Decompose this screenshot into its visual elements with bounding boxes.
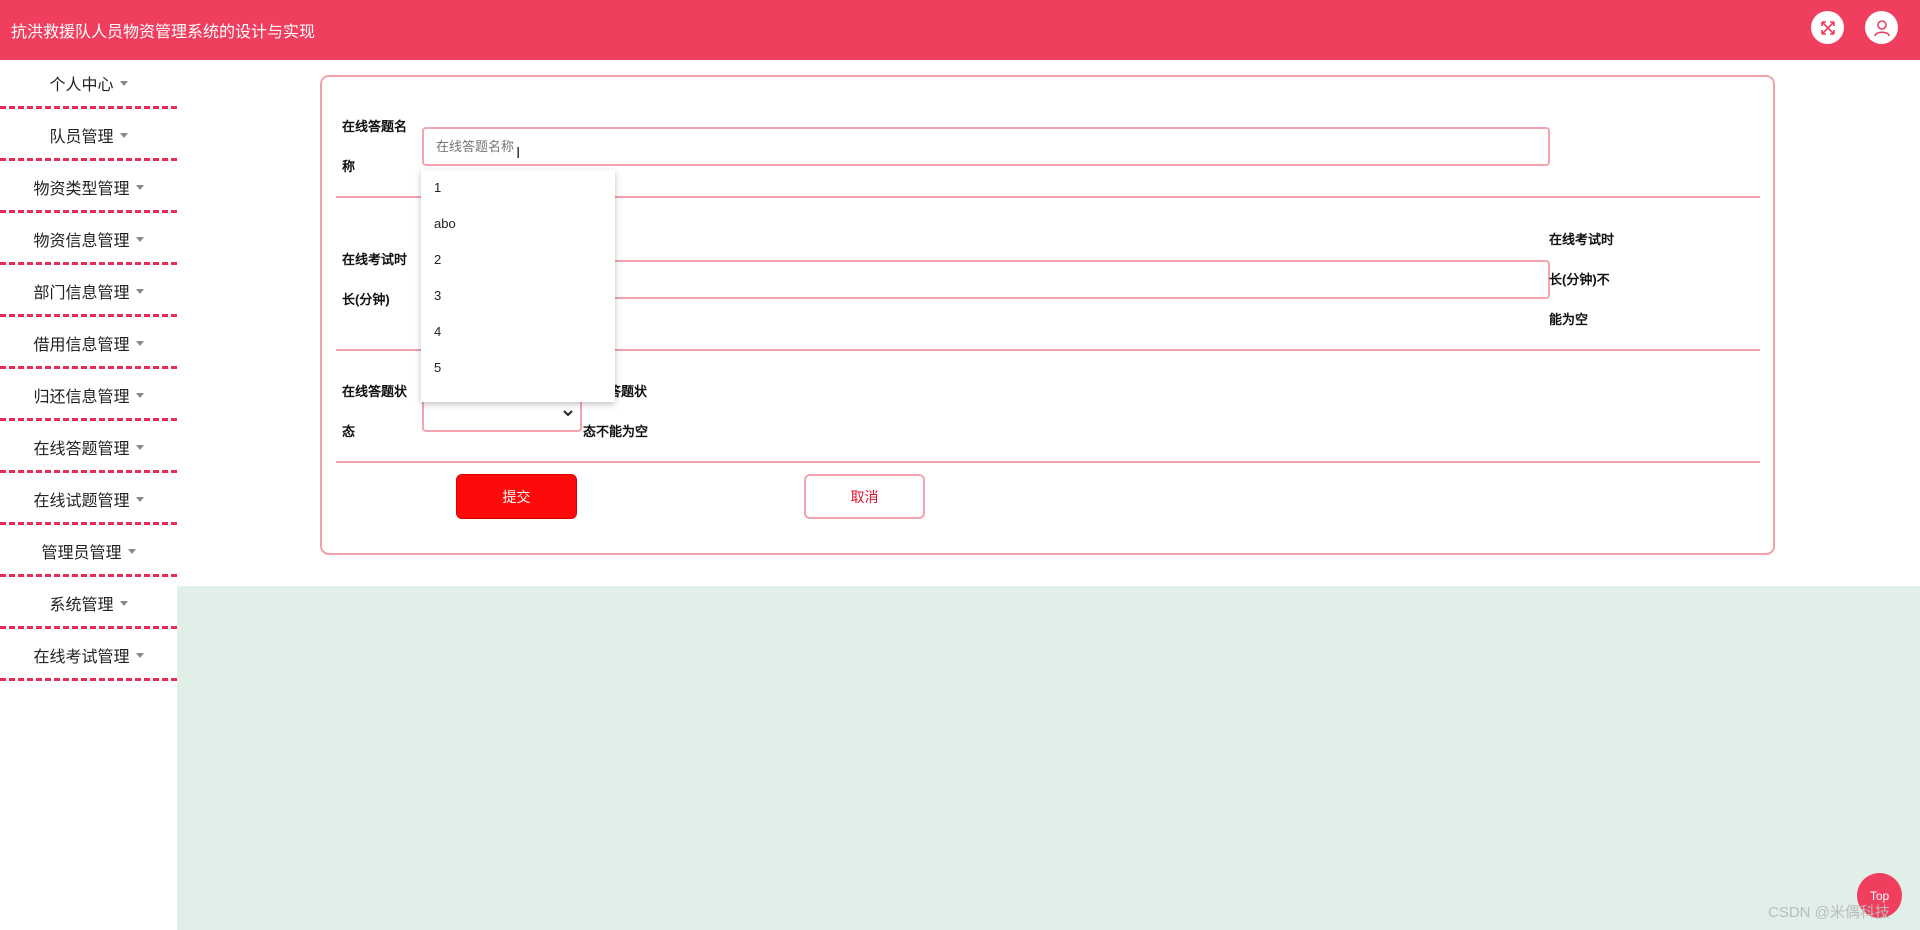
sidebar-item-label: 部门信息管理 bbox=[33, 285, 130, 302]
sidebar-item-online-exam[interactable]: 在线考试管理 bbox=[0, 632, 177, 681]
sidebar-item-label: 系统管理 bbox=[49, 597, 114, 614]
caret-down-icon bbox=[135, 652, 144, 658]
caret-down-icon bbox=[119, 600, 128, 606]
sidebar-item-online-questions[interactable]: 在线试题管理 bbox=[0, 476, 177, 525]
caret-down-icon bbox=[119, 132, 128, 138]
sidebar-item-label: 在线考试管理 bbox=[33, 649, 130, 666]
caret-down-icon bbox=[127, 548, 136, 554]
sidebar-item-online-quiz[interactable]: 在线答题管理 bbox=[0, 424, 177, 473]
quiz-name-input[interactable] bbox=[422, 127, 1550, 166]
user-icon[interactable] bbox=[1865, 11, 1898, 44]
caret-down-icon bbox=[119, 80, 128, 86]
sidebar-item-label: 在线试题管理 bbox=[33, 493, 130, 510]
duration-label-line2: 长(分钟) bbox=[342, 292, 390, 307]
row-divider bbox=[336, 461, 1760, 463]
sidebar-item-label: 管理员管理 bbox=[41, 545, 122, 562]
caret-down-icon bbox=[135, 496, 144, 502]
watermark: CSDN @米偶科技 bbox=[1768, 904, 1890, 921]
text-cursor-icon: Ⅰ bbox=[516, 145, 521, 162]
expand-icon[interactable] bbox=[1811, 11, 1844, 44]
app-title: 抗洪救援队人员物资管理系统的设计与实现 bbox=[11, 24, 316, 41]
autocomplete-option[interactable]: abo bbox=[421, 206, 615, 242]
caret-down-icon bbox=[135, 340, 144, 346]
sidebar-item-supply-info[interactable]: 物资信息管理 bbox=[0, 216, 177, 265]
sidebar-item-members[interactable]: 队员管理 bbox=[0, 112, 177, 161]
duration-label-line1: 在线考试时 bbox=[342, 252, 408, 267]
sidebar-item-admins[interactable]: 管理员管理 bbox=[0, 528, 177, 577]
sidebar-item-label: 物资类型管理 bbox=[33, 181, 130, 198]
quiz-status-select[interactable] bbox=[422, 397, 582, 432]
autocomplete-dropdown: 1 abo 2 3 4 5 bbox=[421, 170, 615, 402]
sidebar-item-label: 个人中心 bbox=[49, 77, 114, 94]
cancel-button[interactable]: 取消 bbox=[804, 474, 925, 519]
name-label-line2: 称 bbox=[342, 159, 356, 174]
caret-down-icon bbox=[135, 184, 144, 190]
content-background bbox=[177, 586, 1920, 930]
sidebar-item-label: 在线答题管理 bbox=[33, 441, 130, 458]
name-label-line1: 在线答题名 bbox=[342, 119, 408, 134]
caret-down-icon bbox=[135, 288, 144, 294]
autocomplete-option[interactable]: 1 bbox=[421, 170, 615, 206]
autocomplete-option[interactable]: 2 bbox=[421, 242, 615, 278]
status-error-line2: 态不能为空 bbox=[583, 424, 649, 439]
sidebar: 个人中心 队员管理 物资类型管理 物资信息管理 部门信息管理 借用信息管理 归还… bbox=[0, 60, 177, 930]
sidebar-item-system[interactable]: 系统管理 bbox=[0, 580, 177, 629]
caret-down-icon bbox=[135, 444, 144, 450]
autocomplete-option[interactable]: 3 bbox=[421, 278, 615, 314]
duration-error-line2: 长(分钟)不 bbox=[1549, 272, 1610, 287]
caret-down-icon bbox=[135, 236, 144, 242]
status-label-line2: 态 bbox=[342, 424, 356, 439]
caret-down-icon bbox=[135, 392, 144, 398]
submit-button[interactable]: 提交 bbox=[456, 474, 577, 519]
sidebar-item-supply-types[interactable]: 物资类型管理 bbox=[0, 164, 177, 213]
autocomplete-option[interactable]: 5 bbox=[421, 350, 615, 386]
chevron-down-icon bbox=[563, 410, 573, 417]
sidebar-item-departments[interactable]: 部门信息管理 bbox=[0, 268, 177, 317]
sidebar-item-personal-center[interactable]: 个人中心 bbox=[0, 60, 177, 109]
duration-error-line3: 能为空 bbox=[1549, 312, 1589, 327]
sidebar-item-returns[interactable]: 归还信息管理 bbox=[0, 372, 177, 421]
status-label-line1: 在线答题状 bbox=[342, 384, 408, 399]
top-bar: 抗洪救援队人员物资管理系统的设计与实现 bbox=[0, 0, 1920, 60]
sidebar-item-label: 物资信息管理 bbox=[33, 233, 130, 250]
sidebar-item-borrowing[interactable]: 借用信息管理 bbox=[0, 320, 177, 369]
duration-error-line1: 在线考试时 bbox=[1549, 232, 1615, 247]
autocomplete-option[interactable]: 4 bbox=[421, 314, 615, 350]
sidebar-item-label: 借用信息管理 bbox=[33, 337, 130, 354]
sidebar-item-label: 队员管理 bbox=[49, 129, 114, 146]
sidebar-item-label: 归还信息管理 bbox=[33, 389, 130, 406]
